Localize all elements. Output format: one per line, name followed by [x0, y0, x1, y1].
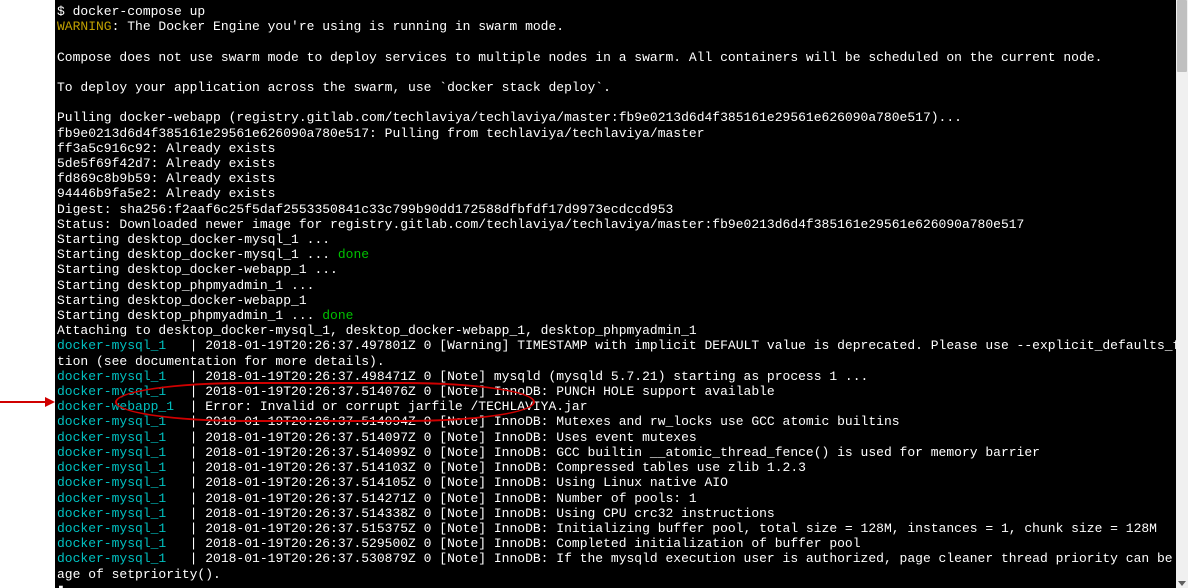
- starting-line: Starting desktop_docker-mysql_1 ...: [57, 232, 1181, 247]
- log-line: docker-mysql_1 | 2018-01-19T20:26:37.498…: [57, 369, 1181, 384]
- info-line: To deploy your application across the sw…: [57, 80, 1181, 95]
- layer-line: 94446b9fa5e2: Already exists: [57, 186, 1181, 201]
- layer-line: 5de5f69f42d7: Already exists: [57, 156, 1181, 171]
- pull-line: fb9e0213d6d4f385161e29561e626090a780e517…: [57, 126, 1181, 141]
- starting-line: Starting desktop_phpmyadmin_1 ...: [57, 278, 1181, 293]
- command-line: $ docker-compose up: [57, 4, 1181, 19]
- log-line: docker-mysql_1 | 2018-01-19T20:26:37.514…: [57, 475, 1181, 490]
- attach-line: Attaching to desktop_docker-mysql_1, des…: [57, 323, 1181, 338]
- log-line: docker-mysql_1 | 2018-01-19T20:26:37.514…: [57, 445, 1181, 460]
- terminal-output[interactable]: $ docker-compose upWARNING: The Docker E…: [55, 0, 1183, 588]
- log-line: tion (see documentation for more details…: [57, 354, 1181, 369]
- starting-line: Starting desktop_docker-webapp_1 ...: [57, 262, 1181, 277]
- starting-line: Starting desktop_docker-webapp_1: [57, 293, 1181, 308]
- log-line: docker-mysql_1 | 2018-01-19T20:26:37.514…: [57, 414, 1181, 429]
- scroll-down-icon[interactable]: [1178, 581, 1186, 586]
- log-line: docker-mysql_1 | 2018-01-19T20:26:37.514…: [57, 384, 1181, 399]
- info-line: Compose does not use swarm mode to deplo…: [57, 50, 1181, 65]
- status-line: Status: Downloaded newer image for regis…: [57, 217, 1181, 232]
- log-line: docker-mysql_1 | 2018-01-19T20:26:37.530…: [57, 551, 1181, 566]
- layer-line: fd869c8b9b59: Already exists: [57, 171, 1181, 186]
- layer-line: ff3a5c916c92: Already exists: [57, 141, 1181, 156]
- starting-line: Starting desktop_phpmyadmin_1 ... done: [57, 308, 1181, 323]
- log-line: docker-mysql_1 | 2018-01-19T20:26:37.514…: [57, 491, 1181, 506]
- log-line: docker-mysql_1 | 2018-01-19T20:26:37.514…: [57, 506, 1181, 521]
- log-line: docker-mysql_1 | 2018-01-19T20:26:37.514…: [57, 460, 1181, 475]
- pull-line: Pulling docker-webapp (registry.gitlab.c…: [57, 110, 1181, 125]
- log-line: docker-mysql_1 | 2018-01-19T20:26:37.515…: [57, 521, 1181, 536]
- warning-line: WARNING: The Docker Engine you're using …: [57, 19, 1181, 34]
- log-line: docker-mysql_1 | 2018-01-19T20:26:37.514…: [57, 430, 1181, 445]
- scrollbar-thumb[interactable]: [1177, 0, 1187, 72]
- log-line: docker-mysql_1 | 2018-01-19T20:26:37.529…: [57, 536, 1181, 551]
- log-line-error: docker-webapp_1 | Error: Invalid or corr…: [57, 399, 1181, 414]
- cursor: ▮: [57, 582, 1181, 588]
- vertical-scrollbar[interactable]: [1176, 0, 1188, 588]
- log-line: docker-mysql_1 | 2018-01-19T20:26:37.497…: [57, 338, 1181, 353]
- log-line: age of setpriority().: [57, 567, 1181, 582]
- digest-line: Digest: sha256:f2aaf6c25f5daf2553350841c…: [57, 202, 1181, 217]
- starting-line: Starting desktop_docker-mysql_1 ... done: [57, 247, 1181, 262]
- annotation-arrow-icon: [0, 396, 55, 408]
